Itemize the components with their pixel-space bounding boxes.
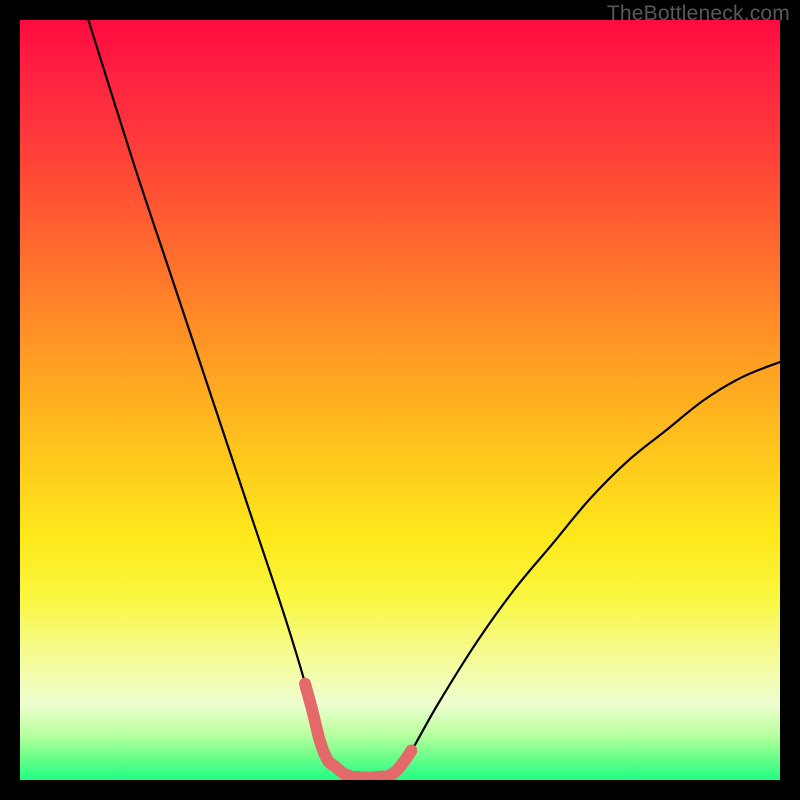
chart-svg xyxy=(20,20,780,780)
plot-area xyxy=(20,20,780,780)
curve-highlight xyxy=(305,684,411,778)
chart-frame: TheBottleneck.com xyxy=(0,0,800,800)
watermark-text: TheBottleneck.com xyxy=(607,2,790,26)
bottleneck-curve xyxy=(88,20,780,778)
